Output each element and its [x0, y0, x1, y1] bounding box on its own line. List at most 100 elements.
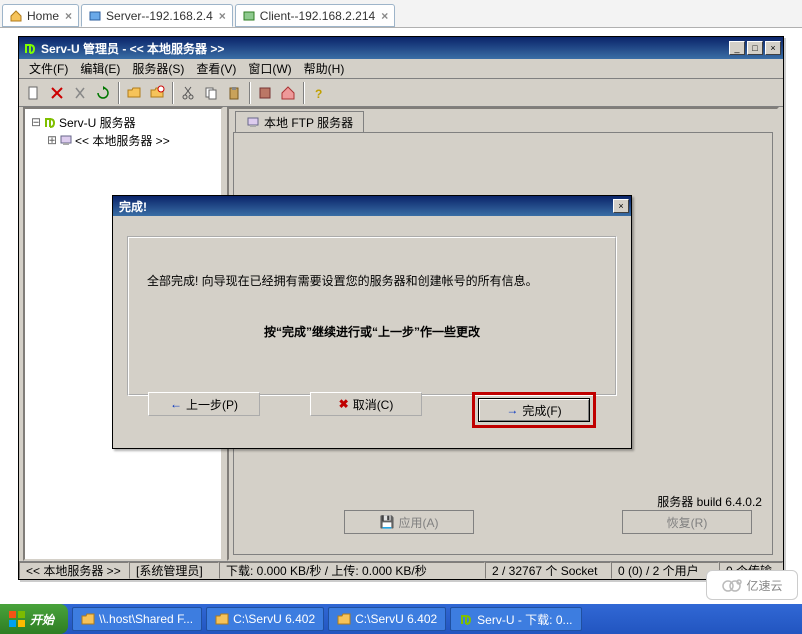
menu-file[interactable]: 文件(F): [23, 58, 74, 79]
tab-label: Server--192.168.2.4: [106, 9, 213, 23]
folder-icon: [215, 612, 229, 626]
status-sockets: 2 / 32767 个 Socket: [485, 562, 611, 579]
tree-root-row[interactable]: ⊟ Serv-U 服务器: [29, 113, 217, 131]
tab-home[interactable]: Home ×: [2, 4, 79, 27]
menu-server[interactable]: 服务器(S): [126, 58, 190, 79]
finish-button[interactable]: → 完成(F): [478, 398, 590, 422]
finish-dialog: 完成! × 全部完成! 向导现在已经拥有需要设置您的服务器和创建帐号的所有信息。…: [112, 195, 632, 449]
arrow-left-icon: ←: [170, 397, 182, 411]
save-icon: 💾: [380, 515, 395, 529]
computer-icon: [59, 133, 73, 147]
arrow-right-icon: →: [506, 403, 518, 417]
task-item[interactable]: \\.host\Shared F...: [72, 607, 202, 631]
task-label: C:\ServU 6.402: [233, 612, 315, 626]
folder-new-icon[interactable]: [146, 82, 168, 104]
close-button[interactable]: ×: [765, 41, 781, 55]
folder-open-icon[interactable]: [123, 82, 145, 104]
back-label: 上一步(P): [186, 396, 238, 413]
new-icon[interactable]: [23, 82, 45, 104]
tree-root-label: Serv-U 服务器: [59, 114, 136, 131]
apply-button: 💾 应用(A): [344, 510, 474, 534]
close-icon[interactable]: ×: [381, 9, 388, 23]
task-label: Serv-U - 下载: 0...: [477, 611, 572, 628]
recover-button: 恢复(R): [622, 510, 752, 534]
server-icon: [88, 9, 102, 23]
dialog-message: 全部完成! 向导现在已经拥有需要设置您的服务器和创建帐号的所有信息。: [129, 272, 615, 289]
task-item[interactable]: C:\ServU 6.402: [328, 607, 446, 631]
servu-icon: [459, 612, 473, 626]
menubar: 文件(F) 编辑(E) 服务器(S) 查看(V) 窗口(W) 帮助(H): [19, 59, 783, 79]
book-icon[interactable]: [254, 82, 276, 104]
folder-icon: [337, 612, 351, 626]
svg-text:?: ?: [315, 87, 322, 101]
watermark: 亿速云: [706, 570, 798, 600]
copy-icon[interactable]: [200, 82, 222, 104]
build-label: 服务器 build 6.4.0.2: [657, 493, 762, 510]
start-button[interactable]: 开始: [0, 604, 68, 634]
help-icon[interactable]: ?: [308, 82, 330, 104]
watermark-text: 亿速云: [746, 577, 782, 594]
tab-label: Home: [27, 9, 59, 23]
tab-server[interactable]: Server--192.168.2.4 ×: [81, 4, 233, 27]
dialog-close-button[interactable]: ×: [613, 199, 629, 213]
client-icon: [242, 9, 256, 23]
task-item[interactable]: C:\ServU 6.402: [206, 607, 324, 631]
titlebar: Serv-U 管理员 - << 本地服务器 >> _ □ ×: [19, 37, 783, 59]
folder-icon: [81, 612, 95, 626]
dialog-instruction: 按“完成”继续进行或“上一步”作一些更改: [129, 323, 615, 340]
separator: [303, 82, 305, 104]
servu-icon: [43, 115, 57, 129]
x-icon: ✖: [339, 397, 349, 411]
close-icon[interactable]: ×: [65, 9, 72, 23]
home-icon: [9, 9, 23, 23]
close-icon[interactable]: ×: [219, 9, 226, 23]
taskbar: 开始 \\.host\Shared F... C:\ServU 6.402 C:…: [0, 604, 802, 634]
computer-icon: [246, 115, 260, 129]
status-admin: [系统管理员]: [129, 562, 219, 579]
start-label: 开始: [30, 611, 54, 628]
menu-help[interactable]: 帮助(H): [298, 58, 351, 79]
menu-view[interactable]: 查看(V): [190, 58, 242, 79]
home2-icon[interactable]: [277, 82, 299, 104]
separator: [172, 82, 174, 104]
maximize-button[interactable]: □: [747, 41, 763, 55]
right-tab[interactable]: 本地 FTP 服务器: [235, 111, 364, 133]
statusbar: << 本地服务器 >> [系统管理员] 下载: 0.000 KB/秒 / 上传:…: [19, 561, 783, 579]
task-label: C:\ServU 6.402: [355, 612, 437, 626]
collapse-icon[interactable]: ⊟: [29, 115, 43, 129]
apply-label: 应用(A): [398, 514, 438, 531]
task-item[interactable]: Serv-U - 下载: 0...: [450, 607, 581, 631]
tab-client[interactable]: Client--192.168.2.214 ×: [235, 4, 395, 27]
status-server: << 本地服务器 >>: [19, 562, 129, 579]
app-icon: [23, 41, 37, 55]
window-title: Serv-U 管理员 - << 本地服务器 >>: [41, 40, 727, 57]
browser-tabbar: Home × Server--192.168.2.4 × Client--192…: [0, 0, 802, 28]
minimize-button[interactable]: _: [729, 41, 745, 55]
cancel-button[interactable]: ✖ 取消(C): [310, 392, 422, 416]
finish-highlight: → 完成(F): [472, 392, 596, 428]
cut-icon[interactable]: [69, 82, 91, 104]
paste-icon[interactable]: [223, 82, 245, 104]
separator: [118, 82, 120, 104]
task-label: \\.host\Shared F...: [99, 612, 193, 626]
right-tab-label: 本地 FTP 服务器: [264, 114, 353, 131]
back-button[interactable]: ← 上一步(P): [148, 392, 260, 416]
menu-window[interactable]: 窗口(W): [242, 58, 297, 79]
separator: [249, 82, 251, 104]
delete-icon[interactable]: [46, 82, 68, 104]
dialog-titlebar: 完成! ×: [113, 196, 631, 216]
refresh-icon[interactable]: [92, 82, 114, 104]
tree-child-label: << 本地服务器 >>: [75, 132, 170, 149]
expand-icon[interactable]: ⊞: [45, 133, 59, 147]
dialog-title: 完成!: [119, 198, 611, 215]
toolbar: ?: [19, 79, 783, 107]
status-speed: 下载: 0.000 KB/秒 / 上传: 0.000 KB/秒: [219, 562, 485, 579]
tree-child-row[interactable]: ⊞ << 本地服务器 >>: [29, 131, 217, 149]
tab-label: Client--192.168.2.214: [260, 9, 375, 23]
recover-label: 恢复(R): [667, 514, 708, 531]
dialog-frame: 全部完成! 向导现在已经拥有需要设置您的服务器和创建帐号的所有信息。 按“完成”…: [127, 236, 617, 396]
cut2-icon[interactable]: [177, 82, 199, 104]
finish-label: 完成(F): [522, 402, 561, 419]
status-users: 0 (0) / 2 个用户: [611, 562, 719, 579]
menu-edit[interactable]: 编辑(E): [74, 58, 126, 79]
